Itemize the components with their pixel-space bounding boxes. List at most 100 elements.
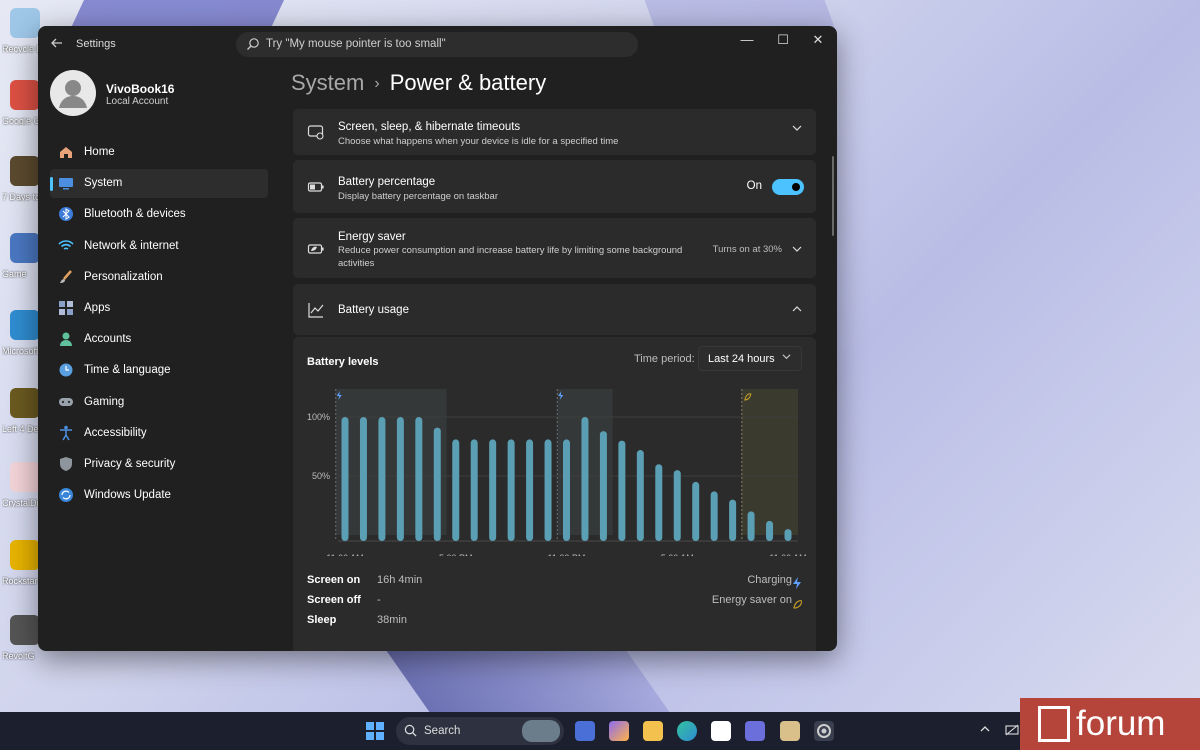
watermark-text: forum [1076,704,1166,743]
desktop-app-icon[interactable] [10,8,40,38]
breadcrumb: System › Power & battery [291,70,546,96]
sidebar-item-personalization[interactable]: Personalization [50,263,268,292]
desktop-icon-label: 7 Days to Die [2,192,42,202]
system-icon [58,175,74,191]
desktop-icon-label: Left 4 Dead [2,424,42,434]
avatar [50,70,96,116]
chevron-down-icon [782,352,791,364]
desktop-app-icon[interactable] [10,388,40,418]
battery-bar [378,417,386,541]
forum-logo-icon [1038,706,1070,742]
sidebar-item-home[interactable]: Home [50,138,268,167]
app-icon[interactable] [780,721,800,741]
sidebar-item-privacy-security[interactable]: Privacy & security [50,450,268,479]
screen-sleep-icon [307,123,325,141]
battery-bar [341,417,349,541]
desktop-app-icon[interactable] [10,310,40,340]
battery-bar [415,417,423,541]
sidebar-item-time-language[interactable]: Time & language [50,356,268,385]
toggle-state-label: On [746,180,762,192]
battery-bar [470,439,478,541]
back-arrow-icon[interactable] [50,36,66,52]
timeouts-subtitle: Choose what happens when your device is … [338,136,619,147]
copilot-icon[interactable] [609,721,629,741]
start-button[interactable] [365,721,385,741]
update-icon [58,487,74,503]
time-language-icon [58,362,74,378]
legend-label: Charging [747,574,792,586]
sidebar-item-accounts[interactable]: Accounts [50,325,268,354]
copilot-pc-icon[interactable] [575,721,595,741]
battery-bar [526,439,534,541]
sidebar-nav: Home System Bluetooth & devices Network & i… [50,138,268,512]
taskbar-search[interactable]: Search [396,717,564,745]
battery-bar [692,481,700,541]
battery-percentage-setting: Battery percentage Display battery perce… [293,160,816,213]
time-period-dropdown[interactable]: Last 24 hours [698,346,802,371]
timeouts-title: Screen, sleep, & hibernate timeouts [338,121,521,133]
sidebar-item-label: Accessibility [84,426,147,439]
energy-saver-setting[interactable]: Energy saver Reduce power consumption an… [293,218,816,278]
battery-bar [581,417,589,541]
battery-levels-chart: 100% 50% 11:00 AM 5:00 PM 11:00 PM 5:00 AM 11:… [307,389,807,556]
sidebar-item-accessibility[interactable]: Accessibility [50,419,268,448]
desktop-app-icon[interactable] [10,233,40,263]
battery-bar [636,450,644,541]
search-box[interactable]: Try "My mouse pointer is too small" [236,32,638,57]
taskbar-search-label: Search [424,725,461,737]
breadcrumb-parent[interactable]: System [291,70,364,95]
sidebar-item-network-internet[interactable]: Network & internet [50,232,268,261]
sidebar-item-apps[interactable]: Apps [50,294,268,323]
chevron-up-icon[interactable] [980,724,990,737]
desktop-app-icon[interactable] [10,462,40,492]
battery-bar [710,491,718,541]
home-icon [58,144,74,160]
chevron-down-icon [792,123,802,133]
battery-bar [359,417,367,541]
network-off-icon[interactable] [1005,723,1019,742]
desktop-icon-label: RevoltG [2,651,35,661]
desktop-app-icon[interactable] [10,80,40,110]
battery-bar [396,417,404,541]
sidebar-item-label: Privacy & security [84,457,176,470]
desktop-app-icon[interactable] [10,156,40,186]
accessibility-icon [58,425,74,441]
battery-bar [489,439,497,541]
sidebar-item-label: Network & internet [84,239,179,252]
battery-bar [747,511,755,541]
desktop-app-icon[interactable] [10,540,40,570]
battery-bar [452,439,460,541]
profile-account-type: Local Account [106,96,169,107]
timeouts-setting[interactable]: Screen, sleep, & hibernate timeouts Choo… [293,109,816,155]
sidebar-item-label: Personalization [84,270,163,283]
battery-percentage-toggle[interactable] [772,179,804,195]
sidebar-item-gaming[interactable]: Gaming [50,388,268,417]
file-explorer-icon[interactable] [643,721,663,741]
wifi-icon [58,238,74,254]
x-tick-label: 11:00 PM [548,553,586,556]
breadcrumb-separator: › [374,75,380,92]
close-button[interactable]: ✕ [803,30,833,50]
maximize-button[interactable]: ☐ [768,30,798,50]
desktop-icon-label: Rockstar Games [2,576,42,586]
store-icon[interactable] [711,721,731,741]
battery-bar [655,464,663,541]
battery-bar [618,440,626,541]
app-title: Settings [76,38,116,50]
scrollbar[interactable] [832,156,834,236]
sidebar-item-label: System [84,177,123,190]
battery-levels-title: Battery levels [307,356,379,368]
minimize-button[interactable]: — [732,30,762,50]
time-period-value: Last 24 hours [708,353,775,365]
x-tick-label: 5:00 PM [439,553,473,556]
y-tick-label: 100% [307,412,330,422]
sidebar-item-windows-update[interactable]: Windows Update [50,481,268,510]
settings-gear-icon[interactable] [814,721,834,741]
battery-usage-header[interactable]: Battery usage [293,284,816,335]
watermark: forum [1020,698,1200,750]
sidebar-item-system[interactable]: System [50,169,268,199]
desktop-app-icon[interactable] [10,615,40,645]
app-icon[interactable] [745,721,765,741]
edge-icon[interactable] [677,721,697,741]
sidebar-item-bluetooth-devices[interactable]: Bluetooth & devices [50,200,268,229]
